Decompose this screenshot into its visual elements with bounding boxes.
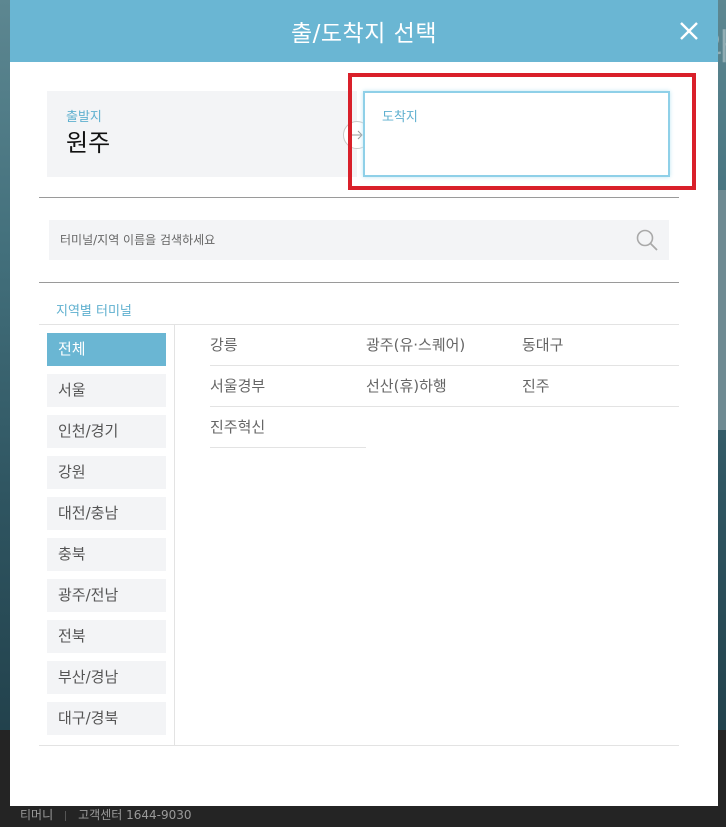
search-input[interactable] — [49, 220, 629, 260]
terminal-item[interactable]: 서울경부 — [210, 366, 366, 406]
region-item-chungbuk[interactable]: 충북 — [47, 538, 166, 571]
region-item-all[interactable]: 전체 — [47, 333, 166, 366]
terminal-item[interactable]: 선산(휴)하행 — [366, 366, 522, 406]
region-list: 전체 서울 인천/경기 강원 대전/충남 충북 광주/전남 전북 부산/경남 대… — [47, 333, 166, 743]
departure-value: 원주 — [66, 129, 111, 157]
search-bar — [49, 220, 669, 260]
region-item-incheon-gyeonggi[interactable]: 인천/경기 — [47, 415, 166, 448]
terminal-grid: 강릉 광주(유·스퀘어) 동대구 서울경부 선산(휴)하행 진주 진주혁신 — [210, 325, 679, 448]
region-item-gangwon[interactable]: 강원 — [47, 456, 166, 489]
terminal-item[interactable]: 진주 — [522, 366, 678, 406]
route-divider — [39, 197, 679, 198]
modal-header: 출/도착지 선택 — [10, 0, 718, 62]
region-item-busan-gyeongnam[interactable]: 부산/경남 — [47, 661, 166, 694]
footer-brand: 티머니 — [20, 808, 54, 822]
close-icon — [680, 22, 698, 40]
terminal-item[interactable]: 강릉 — [210, 325, 366, 365]
regions-bottom-divider — [39, 745, 679, 746]
terminal-item[interactable]: 동대구 — [522, 325, 678, 365]
terminal-row: 강릉 광주(유·스퀘어) 동대구 — [210, 325, 679, 366]
terminal-item[interactable]: 광주(유·스퀘어) — [366, 325, 522, 365]
terminal-row: 진주혁신 — [210, 407, 679, 448]
region-item-daejeon-chungnam[interactable]: 대전/충남 — [47, 497, 166, 530]
region-item-gwangju-jeonnam[interactable]: 광주/전남 — [47, 579, 166, 612]
region-item-jeonbuk[interactable]: 전북 — [47, 620, 166, 653]
highlight-frame — [348, 73, 696, 190]
terminal-item[interactable]: 진주혁신 — [210, 407, 366, 448]
terminal-select-modal: 출/도착지 선택 출발지 원주 도착지 터미널/지역 이름을 검색하세요 지역별… — [10, 0, 718, 806]
region-item-daegu-gyeongbuk[interactable]: 대구/경북 — [47, 702, 166, 735]
terminal-row: 서울경부 선산(휴)하행 진주 — [210, 366, 679, 407]
region-separator — [174, 325, 175, 745]
search-divider — [39, 282, 679, 283]
modal-title: 출/도착지 선택 — [290, 21, 438, 47]
departure-box[interactable]: 출발지 원주 — [47, 91, 357, 177]
close-button[interactable] — [674, 16, 704, 46]
search-icon[interactable] — [635, 228, 659, 252]
region-item-seoul[interactable]: 서울 — [47, 374, 166, 407]
footer-support: 고객센터 1644-9030 — [78, 808, 192, 822]
footer-separator — [65, 810, 67, 821]
regions-title: 지역별 터미널 — [56, 304, 132, 319]
footer-text: 티머니 고객센터 1644-9030 — [20, 806, 192, 823]
